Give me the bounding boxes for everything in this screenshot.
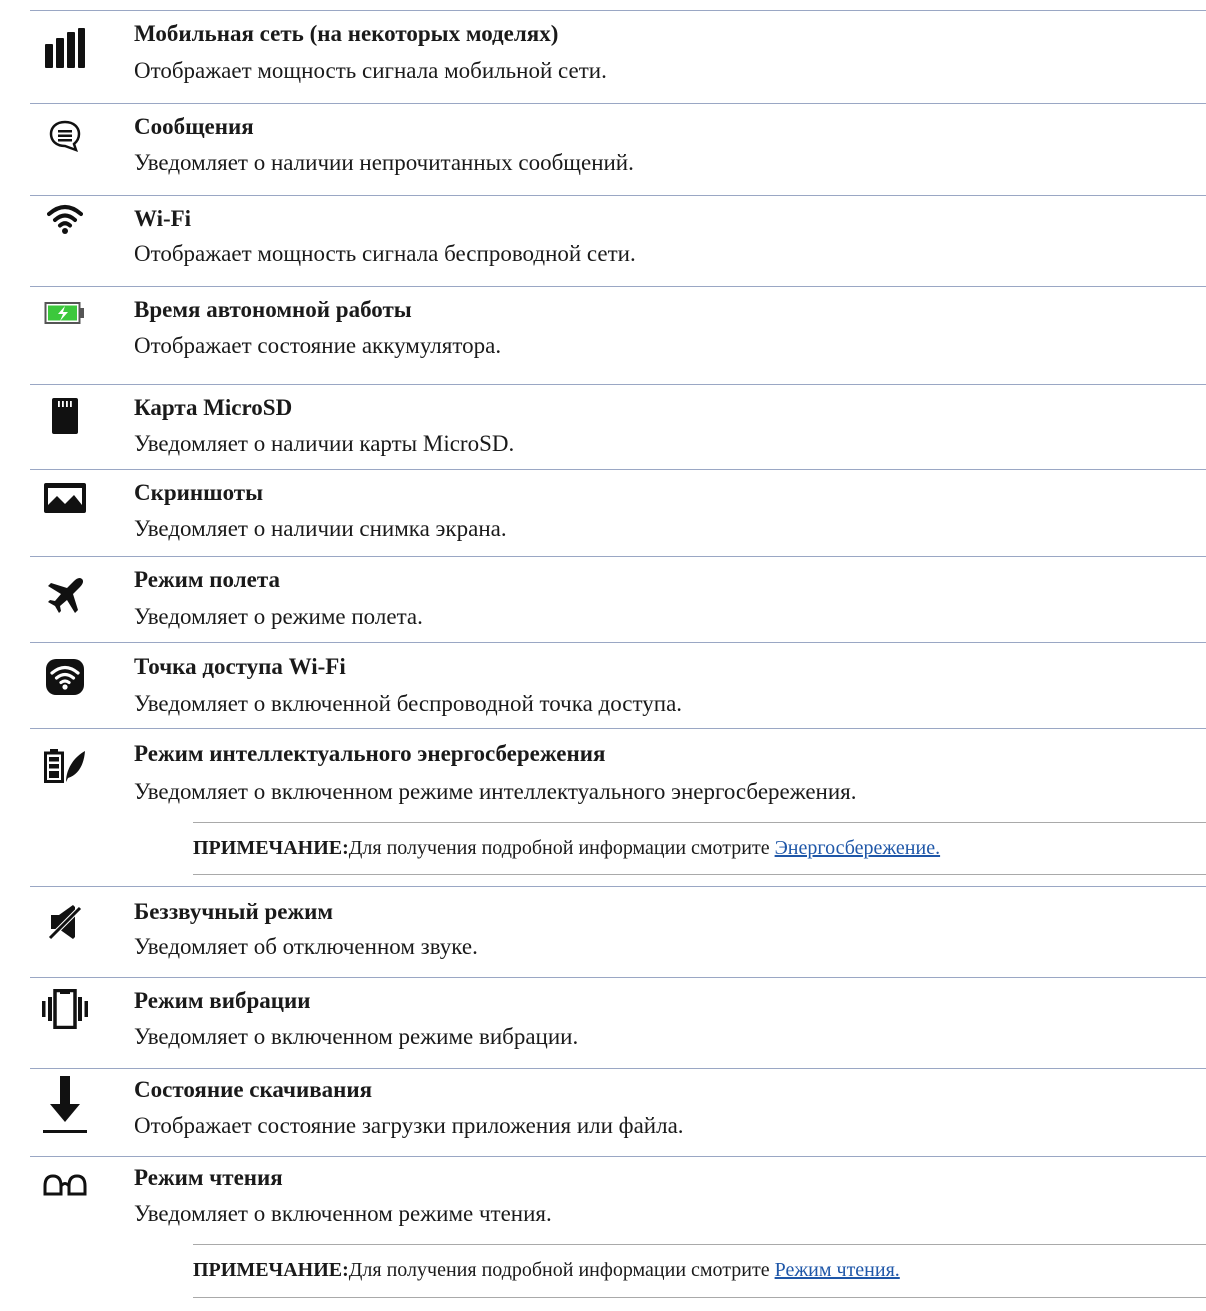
note-label: ПРИМЕЧАНИЕ: bbox=[193, 837, 349, 859]
item-description: Уведомляет о включенном режиме чтения. bbox=[134, 1201, 552, 1226]
item-description: Уведомляет о включенном режиме интеллект… bbox=[134, 779, 857, 804]
wifi-hotspot-icon bbox=[40, 655, 90, 699]
item-title: Wi-Fi bbox=[134, 206, 192, 231]
divider bbox=[30, 1068, 1206, 1069]
divider bbox=[30, 195, 1206, 196]
item-description: Уведомляет о наличии карты MicroSD. bbox=[134, 431, 515, 456]
divider bbox=[30, 728, 1206, 729]
note: ПРИМЕЧАНИЕ:Для получения подробной инфор… bbox=[193, 1257, 900, 1283]
item-description: Уведомляет о наличии снимка экрана. bbox=[134, 516, 507, 541]
note-divider bbox=[193, 1244, 1206, 1245]
item-description: Уведомляет о режиме полета. bbox=[134, 604, 423, 629]
airplane-icon bbox=[40, 574, 90, 618]
wifi-icon bbox=[40, 197, 90, 241]
reading-mode-icon bbox=[40, 1163, 90, 1207]
message-icon bbox=[40, 114, 90, 158]
note-label: ПРИМЕЧАНИЕ: bbox=[193, 1259, 349, 1281]
note-text: Для получения подробной информации смотр… bbox=[348, 1259, 775, 1281]
power-saving-icon bbox=[40, 744, 90, 788]
reading-mode-link[interactable]: Режим чтения. bbox=[775, 1259, 900, 1281]
item-title: Скриншоты bbox=[134, 480, 264, 505]
item-title: Режим полета bbox=[134, 567, 280, 592]
vibration-icon bbox=[40, 987, 90, 1031]
divider bbox=[30, 1156, 1206, 1157]
item-title: Мобильная сеть (на некоторых моделях) bbox=[134, 21, 559, 46]
item-title: Сообщения bbox=[134, 114, 254, 139]
divider bbox=[30, 286, 1206, 287]
item-title: Карта MicroSD bbox=[134, 395, 293, 420]
note-divider bbox=[193, 1297, 1206, 1298]
item-title: Время автономной работы bbox=[134, 297, 412, 322]
divider bbox=[30, 642, 1206, 643]
item-description: Уведомляет о наличии непрочитанных сообщ… bbox=[134, 150, 634, 175]
item-description: Отображает мощность сигнала беспроводной… bbox=[134, 241, 636, 266]
item-description: Уведомляет о включенной беспроводной точ… bbox=[134, 691, 683, 716]
silent-mode-icon bbox=[40, 900, 90, 944]
divider bbox=[30, 556, 1206, 557]
battery-charging-icon bbox=[40, 291, 90, 335]
item-title: Режим чтения bbox=[134, 1165, 283, 1190]
divider bbox=[30, 103, 1206, 104]
microsd-card-icon bbox=[40, 394, 90, 438]
item-title: Режим вибрации bbox=[134, 988, 311, 1013]
divider bbox=[30, 469, 1206, 470]
divider bbox=[30, 384, 1206, 385]
cellular-signal-icon bbox=[40, 26, 90, 70]
item-description: Уведомляет об отключенном звуке. bbox=[134, 934, 478, 959]
power-saving-link[interactable]: Энергосбережение. bbox=[775, 837, 941, 859]
divider bbox=[30, 10, 1206, 11]
item-description: Отображает состояние аккумулятора. bbox=[134, 333, 502, 358]
note-text: Для получения подробной информации смотр… bbox=[348, 837, 775, 859]
item-title: Беззвучный режим bbox=[134, 899, 334, 924]
note-divider bbox=[193, 822, 1206, 823]
item-title: Режим интеллектуального энергосбережения bbox=[134, 741, 606, 766]
item-title: Точка доступа Wi-Fi bbox=[134, 654, 346, 679]
screenshot-icon bbox=[40, 476, 90, 520]
item-description: Уведомляет о включенном режиме вибрации. bbox=[134, 1024, 579, 1049]
divider bbox=[30, 977, 1206, 978]
item-description: Отображает мощность сигнала мобильной се… bbox=[134, 58, 607, 83]
divider bbox=[30, 886, 1206, 887]
note: ПРИМЕЧАНИЕ:Для получения подробной инфор… bbox=[193, 835, 940, 861]
note-divider bbox=[193, 874, 1206, 875]
item-description: Отображает состояние загрузки приложения… bbox=[134, 1113, 684, 1138]
download-icon bbox=[40, 1072, 90, 1138]
item-title: Состояние скачивания bbox=[134, 1077, 373, 1102]
